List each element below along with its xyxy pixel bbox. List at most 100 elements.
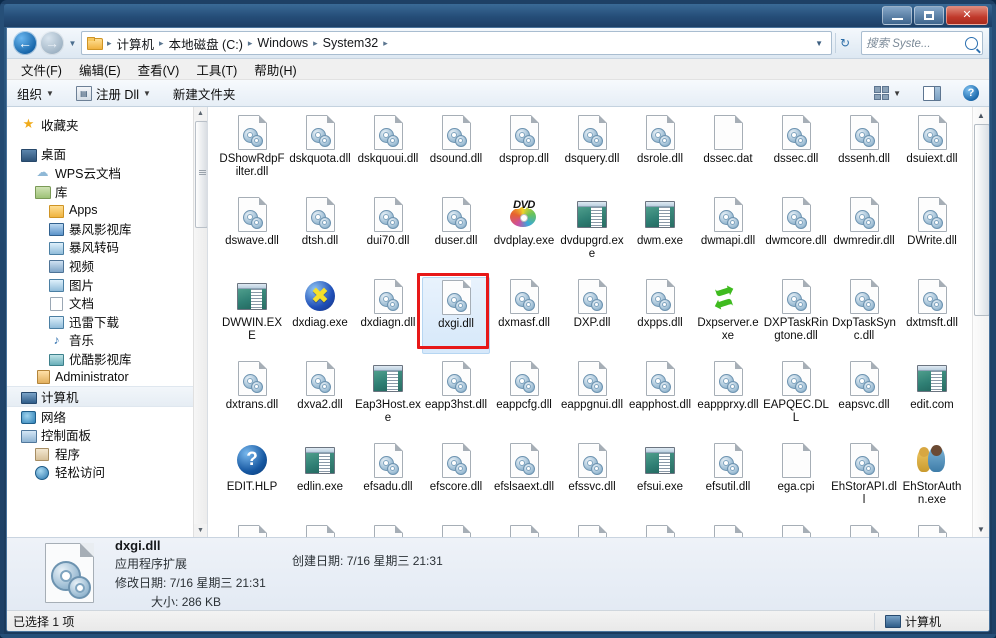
sidebar-item-library[interactable]: 库 <box>7 182 207 201</box>
file-item[interactable]: dskquoui.dll <box>354 113 422 190</box>
file-item[interactable] <box>762 523 830 537</box>
sidebar-item-cloud[interactable]: ☁ WPS云文档 <box>7 163 207 182</box>
file-item[interactable]: dxgi.dll <box>417 273 490 354</box>
sidebar-item-pictures[interactable]: 图片 <box>7 275 207 294</box>
file-item[interactable]: efsutil.dll <box>694 441 762 518</box>
view-options-button[interactable]: ▼ <box>870 86 905 100</box>
file-item[interactable]: DShowRdpFilter.dll <box>218 113 286 190</box>
sidebar-item-desktop[interactable]: 桌面 <box>7 145 207 164</box>
sidebar-item-download[interactable]: 迅雷下载 <box>7 312 207 331</box>
file-scroll-up-arrow[interactable]: ▲ <box>973 107 989 123</box>
file-item[interactable]: edlin.exe <box>286 441 354 518</box>
close-button[interactable]: ✕ <box>946 6 988 25</box>
organize-button[interactable]: 组织 ▼ <box>13 84 58 103</box>
file-item[interactable]: ➥ ➥ Dxpserver.exe <box>694 276 762 354</box>
file-item[interactable] <box>354 523 422 537</box>
file-item[interactable]: DWrite.dll <box>898 195 966 272</box>
sidebar-item-video-library[interactable]: 暴风影视库 <box>7 219 207 238</box>
recent-pages-dropdown[interactable]: ▼ <box>67 39 78 48</box>
refresh-icon[interactable]: ↻ <box>835 33 854 53</box>
sidebar-item-computer[interactable]: 计算机 <box>7 386 207 407</box>
file-item[interactable]: dsound.dll <box>422 113 490 190</box>
breadcrumb-windows[interactable]: Windows <box>254 35 311 51</box>
file-item[interactable]: eapp3hst.dll <box>422 359 490 436</box>
file-item[interactable]: dxtrans.dll <box>218 359 286 436</box>
file-item[interactable]: dwmcore.dll <box>762 195 830 272</box>
back-button[interactable]: ← <box>13 31 37 55</box>
file-list-pane[interactable]: DShowRdpFilter.dll dskquota.dll dskquoui.d… <box>208 107 989 537</box>
file-item[interactable]: dvdupgrd.exe <box>558 195 626 272</box>
file-item[interactable]: dsuiext.dll <box>898 113 966 190</box>
file-item[interactable]: dssenh.dll <box>830 113 898 190</box>
sidebar-item-youku-library[interactable]: 优酷影视库 <box>7 349 207 368</box>
file-item[interactable]: ? EDIT.HLP <box>218 441 286 518</box>
nav-scroll-up-arrow[interactable]: ▲ <box>194 107 207 120</box>
menu-file[interactable]: 文件(F) <box>21 60 62 79</box>
file-item[interactable] <box>490 523 558 537</box>
nav-scroll-down-arrow[interactable]: ▼ <box>194 524 207 537</box>
breadcrumb-local-disk[interactable]: 本地磁盘 (C:) <box>166 33 246 54</box>
menu-help[interactable]: 帮助(H) <box>254 60 296 79</box>
file-item[interactable] <box>558 523 626 537</box>
file-item[interactable] <box>422 523 490 537</box>
file-item[interactable]: dwmapi.dll <box>694 195 762 272</box>
file-item[interactable] <box>286 523 354 537</box>
file-item[interactable]: dsrole.dll <box>626 113 694 190</box>
chevron-down-icon[interactable]: ▼ <box>810 39 828 48</box>
file-scroll-thumb[interactable] <box>974 124 989 316</box>
file-item[interactable]: dxdiagn.dll <box>354 277 422 354</box>
file-scrollbar[interactable]: ▲ ▼ <box>972 107 989 537</box>
file-item[interactable]: dsquery.dll <box>558 113 626 190</box>
file-item[interactable]: efsadu.dll <box>354 441 422 518</box>
forward-button[interactable]: → <box>40 31 64 55</box>
file-item[interactable]: dsprop.dll <box>490 113 558 190</box>
file-item[interactable]: ✖ dxdiag.exe <box>286 277 354 354</box>
file-scroll-down-arrow[interactable]: ▼ <box>973 521 989 537</box>
menu-edit[interactable]: 编辑(E) <box>79 60 121 79</box>
file-item[interactable]: DxpTaskSync.dll <box>830 277 898 354</box>
file-item[interactable]: Eap3Host.exe <box>354 359 422 436</box>
file-item[interactable]: DVD dvdplay.exe <box>490 195 558 272</box>
file-item[interactable]: efscore.dll <box>422 441 490 518</box>
file-item[interactable]: eappcfg.dll <box>490 359 558 436</box>
menu-tools[interactable]: 工具(T) <box>196 60 237 79</box>
sidebar-item-user[interactable]: Administrator <box>7 368 207 387</box>
file-item[interactable]: dswave.dll <box>218 195 286 272</box>
sidebar-item-folder[interactable]: Apps <box>7 200 207 219</box>
minimize-button[interactable] <box>882 6 912 25</box>
sidebar-item-transcode[interactable]: 暴风转码 <box>7 238 207 257</box>
file-item[interactable]: dskquota.dll <box>286 113 354 190</box>
file-item[interactable]: EAPQEC.DLL <box>762 359 830 436</box>
file-item[interactable]: eappprxy.dll <box>694 359 762 436</box>
file-item[interactable]: dwmredir.dll <box>830 195 898 272</box>
file-item[interactable]: dtsh.dll <box>286 195 354 272</box>
search-box[interactable]: 搜索 Syste... <box>861 31 983 55</box>
help-button[interactable]: ? <box>959 85 983 101</box>
new-folder-button[interactable]: 新建文件夹 <box>169 84 240 103</box>
sidebar-item-programs[interactable]: 程序 <box>7 444 207 463</box>
file-item[interactable]: dui70.dll <box>354 195 422 272</box>
file-item[interactable]: dxmasf.dll <box>490 277 558 354</box>
file-item[interactable] <box>830 523 898 537</box>
breadcrumb-system32[interactable]: System32 <box>320 35 382 51</box>
file-item[interactable]: dxtmsft.dll <box>898 277 966 354</box>
search-input[interactable]: 搜索 Syste... <box>866 35 965 51</box>
sidebar-item-star[interactable]: ★ 收藏夹 <box>7 115 207 134</box>
file-item[interactable]: dxva2.dll <box>286 359 354 436</box>
file-item[interactable]: EhStorAuthn.exe <box>898 441 966 518</box>
nav-scrollbar[interactable]: ▲ ▼ <box>193 107 207 537</box>
sidebar-item-videos[interactable]: 视频 <box>7 256 207 275</box>
file-item[interactable]: DXPTaskRingtone.dll <box>762 277 830 354</box>
sidebar-item-network[interactable]: 网络 <box>7 407 207 426</box>
file-item[interactable]: DXP.dll <box>558 277 626 354</box>
breadcrumb-bar[interactable]: ▸ 计算机 ▸ 本地磁盘 (C:) ▸ Windows ▸ System32 ▸… <box>81 31 832 55</box>
file-item[interactable]: eapphost.dll <box>626 359 694 436</box>
file-item[interactable]: dwm.exe <box>626 195 694 272</box>
file-item[interactable] <box>218 523 286 537</box>
menu-view[interactable]: 查看(V) <box>138 60 180 79</box>
maximize-button[interactable] <box>914 6 944 25</box>
file-item[interactable]: EhStorAPI.dll <box>830 441 898 518</box>
file-item[interactable]: dssec.dll <box>762 113 830 190</box>
file-item[interactable] <box>898 523 966 537</box>
file-item[interactable]: edit.com <box>898 359 966 436</box>
